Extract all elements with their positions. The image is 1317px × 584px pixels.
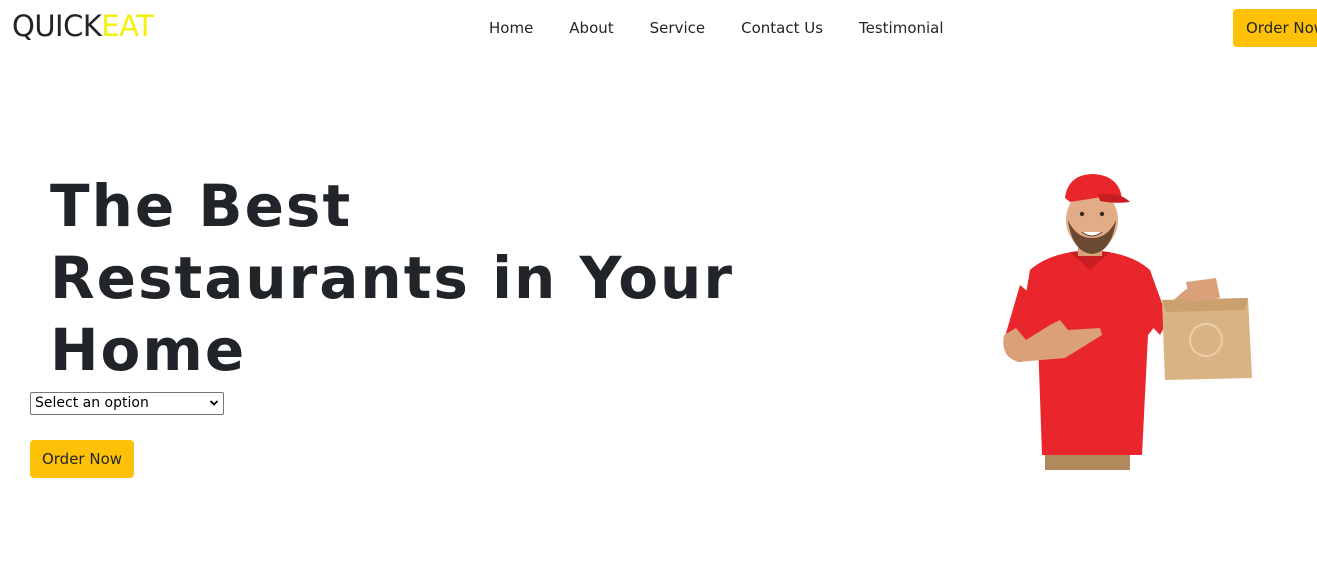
nav-link-contact[interactable]: Contact Us: [741, 19, 823, 38]
brand-logo-eat: EAT: [101, 9, 154, 43]
nav-link-home[interactable]: Home: [489, 19, 533, 38]
hero-title-line-2: Restaurants in Your: [50, 244, 734, 312]
hero-title-line-1: The Best: [50, 172, 353, 240]
navbar: QUICKEAT Home About Service Contact Us T…: [0, 0, 1317, 58]
nav-link-about[interactable]: About: [569, 19, 613, 38]
nav-link-service[interactable]: Service: [650, 19, 705, 38]
nav-links: Home About Service Contact Us Testimonia…: [489, 19, 944, 38]
option-select[interactable]: Select an option: [30, 392, 224, 415]
chevron-down-icon: [209, 400, 219, 406]
delivery-man-image: [1003, 174, 1252, 470]
brand-logo[interactable]: QUICKEAT: [12, 8, 154, 44]
brand-logo-quick: QUICK: [12, 9, 102, 43]
nav-link-testimonial[interactable]: Testimonial: [859, 19, 944, 38]
option-select-value: Select an option: [35, 395, 149, 411]
nav-order-now-button[interactable]: Order Now: [1233, 9, 1317, 47]
hero-order-now-button[interactable]: Order Now: [30, 440, 134, 478]
hero-title-line-3: Home: [50, 316, 247, 384]
hero-title: The Best Restaurants in Your Home: [50, 170, 750, 386]
